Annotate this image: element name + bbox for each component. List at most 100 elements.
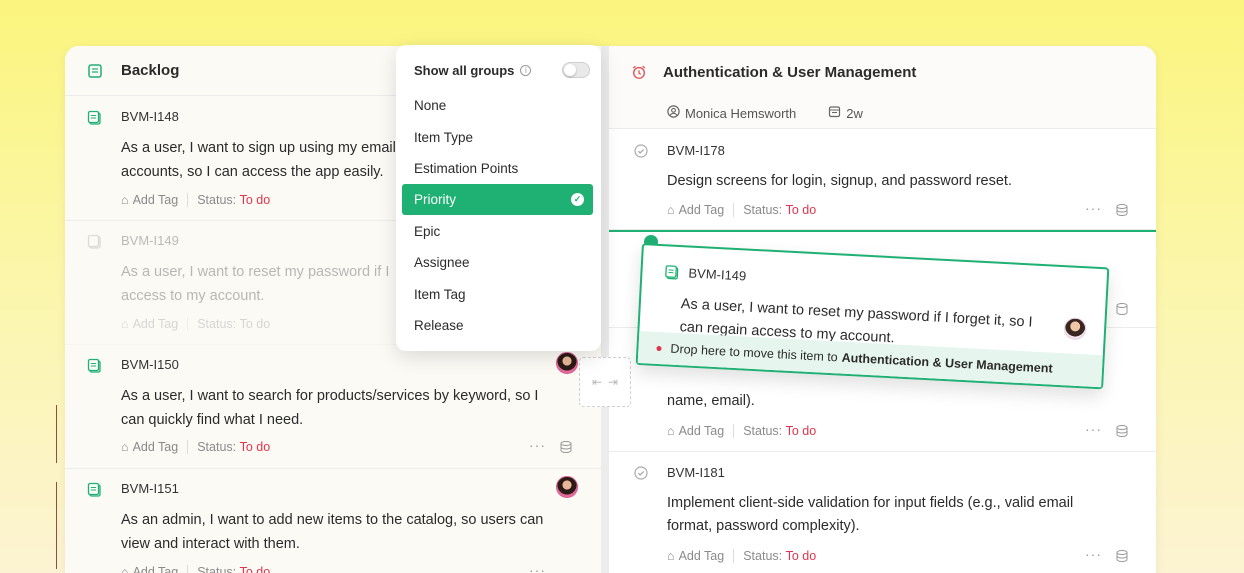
status-label: Status: — [743, 424, 783, 438]
item-meta: ⌂ Add Tag Status: To do — [121, 193, 270, 207]
backlog-card[interactable]: BVM-I150 As a user, I want to search for… — [65, 345, 601, 469]
status-value[interactable]: To do — [240, 440, 271, 454]
group-option-release[interactable]: Release — [402, 310, 593, 341]
status-value[interactable]: To do — [786, 549, 817, 563]
add-tag-button[interactable]: Add Tag — [679, 424, 725, 438]
tag-icon: ⌂ — [121, 440, 129, 454]
group-option-assignee[interactable]: Assignee — [402, 247, 593, 278]
add-tag-button[interactable]: Add Tag — [133, 565, 179, 573]
tag-icon: ⌂ — [121, 193, 129, 207]
drop-hint-text: Drop here to move this item to — [670, 341, 839, 365]
status-label: Status: — [197, 565, 237, 573]
option-label: Estimation Points — [414, 161, 519, 176]
database-icon[interactable] — [1115, 203, 1129, 222]
option-label: Release — [414, 318, 464, 333]
work-item-icon — [664, 264, 681, 286]
show-all-groups-toggle[interactable] — [562, 62, 590, 78]
meta-divider — [187, 193, 189, 207]
check-circle-icon — [633, 143, 649, 164]
database-icon[interactable] — [1115, 302, 1129, 321]
item-id[interactable]: BVM-I150 — [121, 357, 179, 372]
status-value: To do — [239, 317, 271, 331]
sprint-owner[interactable]: Monica Hemsworth — [667, 105, 796, 121]
item-title: As a user, I want to search for products… — [121, 384, 561, 432]
item-title-line: Implement client-side validation for inp… — [667, 495, 1074, 511]
check-icon: ✓ — [571, 193, 584, 206]
add-tag-button[interactable]: Add Tag — [679, 549, 725, 563]
item-id: BVM-I149 — [121, 233, 179, 248]
assignee-avatar[interactable] — [556, 352, 578, 374]
more-options-button[interactable]: ··· — [529, 437, 546, 453]
item-title-line: Design screens for login, signup, and pa… — [667, 173, 1012, 189]
group-option-epic[interactable]: Epic — [402, 216, 593, 247]
item-title: As an admin, I want to add new items to … — [121, 508, 561, 556]
add-tag-button[interactable]: Add Tag — [679, 203, 725, 217]
status-value[interactable]: To do — [786, 203, 817, 217]
item-title: name, email). — [667, 390, 1107, 413]
item-title-line: can quickly find what I need. — [121, 412, 304, 428]
calendar-icon — [828, 105, 841, 121]
item-id[interactable]: BVM-I181 — [667, 465, 725, 480]
drop-target-name: Authentication & User Management — [841, 350, 1053, 376]
check-circle-icon — [633, 465, 649, 486]
show-all-groups-text: Show all groups — [414, 63, 515, 78]
item-id[interactable]: BVM-I148 — [121, 109, 179, 124]
work-item-icon — [87, 482, 103, 503]
item-id[interactable]: BVM-I178 — [667, 143, 725, 158]
add-tag-button[interactable]: Add Tag — [133, 440, 179, 454]
item-title-line: view and interact with them. — [121, 536, 300, 552]
more-options-button[interactable]: ··· — [1085, 546, 1102, 562]
group-option-none[interactable]: None — [402, 90, 593, 121]
meta-divider — [187, 565, 189, 573]
sprint-meta: Monica Hemsworth 2w — [609, 98, 1156, 129]
database-icon[interactable] — [559, 440, 573, 459]
move-between-columns-handle[interactable]: ⇤ ⇥ — [579, 357, 631, 407]
status-label: Status: — [743, 203, 783, 217]
option-label: Assignee — [414, 255, 470, 270]
sprint-card[interactable]: BVM-I181 Implement client-side validatio… — [609, 452, 1156, 573]
more-options-button[interactable]: ··· — [1085, 200, 1102, 216]
tag-icon: ⌂ — [121, 565, 129, 573]
backlog-card[interactable]: BVM-I151 As an admin, I want to add new … — [65, 469, 601, 573]
show-all-groups-label: Show all groups i — [414, 63, 532, 78]
database-icon[interactable] — [1115, 549, 1129, 568]
status-value[interactable]: To do — [240, 193, 271, 207]
group-option-item-type[interactable]: Item Type — [402, 122, 593, 153]
toggle-knob — [564, 64, 576, 76]
status-value[interactable]: To do — [240, 565, 271, 573]
item-meta: ⌂ Add Tag Status: To do — [121, 565, 270, 573]
drop-hint-dot — [656, 345, 662, 351]
group-option-priority[interactable]: Priority ✓ — [402, 184, 593, 215]
sprint-card[interactable]: BVM-I178 BR Design screens for login, si… — [609, 130, 1156, 230]
work-item-icon — [87, 110, 103, 131]
group-option-estimation-points[interactable]: Estimation Points — [402, 153, 593, 184]
option-label: Priority — [414, 192, 457, 207]
sprint-header: Authentication & User Management — [609, 46, 1156, 98]
meta-divider — [187, 440, 189, 454]
sprint-duration[interactable]: 2w — [828, 105, 863, 121]
status-label: Status: — [197, 317, 237, 331]
item-id[interactable]: BVM-I151 — [121, 481, 179, 496]
item-id: BVM-I149 — [688, 265, 747, 284]
info-icon[interactable]: i — [520, 65, 532, 76]
meta-divider — [187, 317, 189, 331]
item-title-line: format, password complexity). — [667, 518, 860, 534]
move-right-icon: ⇥ — [608, 375, 619, 389]
column-resize-handle[interactable] — [601, 46, 609, 573]
more-options-button[interactable]: ··· — [529, 562, 546, 573]
add-tag-button[interactable]: Add Tag — [133, 193, 179, 207]
meta-divider — [733, 203, 735, 217]
more-options-button[interactable]: ··· — [1085, 421, 1102, 437]
group-option-item-tag[interactable]: Item Tag — [402, 279, 593, 310]
database-icon[interactable] — [1115, 424, 1129, 443]
option-label: Item Type — [414, 130, 474, 145]
item-meta: ⌂ Add Tag Status: To do — [121, 440, 270, 454]
move-left-icon: ⇤ — [591, 375, 602, 389]
assignee-avatar[interactable] — [556, 476, 578, 498]
dragged-card[interactable]: BVM-I149 As a user, I want to reset my p… — [635, 243, 1110, 390]
sprint-title: Authentication & User Management — [663, 63, 917, 81]
status-label: Status: — [197, 193, 237, 207]
status-value[interactable]: To do — [786, 424, 817, 438]
item-meta: ⌂ Add Tag Status: To do — [667, 424, 816, 438]
item-title: Implement client-side validation for inp… — [667, 492, 1107, 538]
